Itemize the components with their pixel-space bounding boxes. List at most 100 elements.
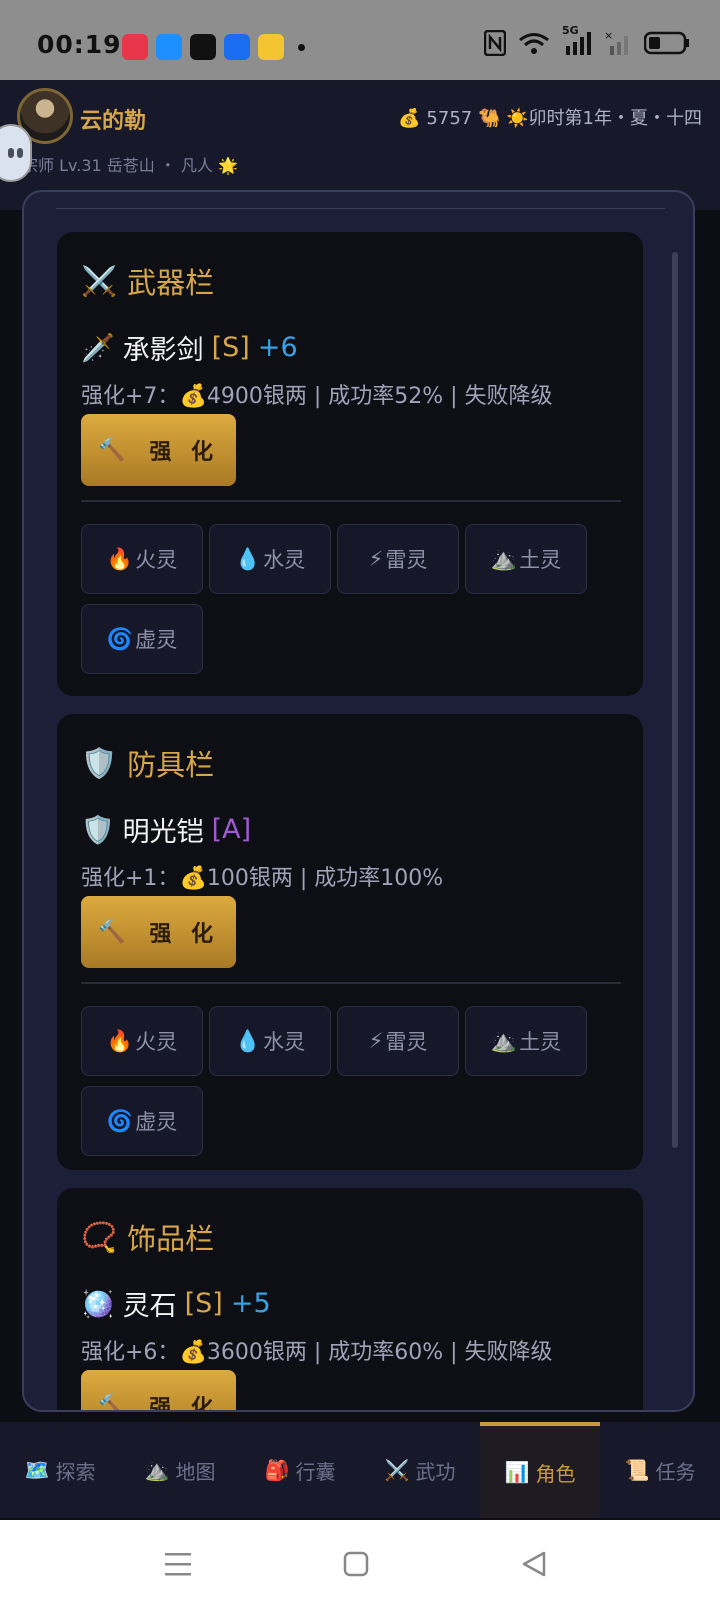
bottom-navigation: 🗺️ 探索 ⛰️ 地图 🎒 行囊 ⚔️ 武功 📊 角色 📜 任务 [0,1422,720,1518]
gem-slot-thunder[interactable]: ⚡ 雷灵 [337,524,459,594]
accessory-slot-card: 📿 饰品栏 🪩 灵石 [S] +5 强化+6：💰3600银两 | 成功率60% | 失败… [57,1188,643,1412]
card-title-text: 武器栏 [127,266,215,300]
gem-slot-thunder[interactable]: ⚡ 雷灵 [337,1006,459,1076]
tab-martial-arts[interactable]: ⚔️ 武功 [360,1422,480,1518]
enhance-cost: 强化+1：💰100银两 | 成功率100% [81,860,443,892]
tab-explore[interactable]: 🗺️ 探索 [0,1422,120,1518]
crossed-swords-icon: ⚔️ [384,1458,410,1482]
item-name: 明光铠 [122,817,204,848]
gem-label: 雷灵 [385,548,428,572]
player-name: 云的勒 [80,109,147,134]
system-status-bar: 00:19 5G × [0,0,720,80]
game-app-icon [122,34,148,60]
enhance-level: 强化+7： [81,384,180,409]
enhance-button[interactable]: 🔨 强 化 [81,896,236,968]
home-icon[interactable] [342,1550,370,1578]
card-divider [81,500,621,502]
fire-icon: 🔥 [106,546,134,571]
floating-assistant-button[interactable] [0,124,32,182]
more-notifications-icon [298,43,305,51]
battery-icon [644,31,689,55]
gem-slot-earth[interactable]: ⛰️ 土灵 [465,524,587,594]
gem-slot-earth[interactable]: ⛰️ 土灵 [465,1006,587,1076]
weapon-slot-card: ⚔️ 武器栏 🗡️ 承影剑 [S] +6 强化+7：💰4900银两 | 成功率52% |… [57,232,643,696]
shield-icon: 🛡️ [81,814,115,846]
wifi-icon [519,33,549,54]
tab-label: 任务 [655,1459,696,1484]
enhance-cost: 强化+7：💰4900银两 | 成功率52% | 失败降级 [81,378,553,410]
item-grade: [S] [184,1288,223,1319]
scroll-icon: 📜 [624,1458,650,1482]
gem-label: 水灵 [263,548,306,572]
gem-slot-void[interactable]: 🌀 虚灵 [81,1086,203,1156]
enhance-detail: 3600银两 | 成功率60% | 失败降级 [206,1340,553,1365]
browser-app-icon [156,34,182,60]
tab-bag[interactable]: 🎒 行囊 [240,1422,360,1518]
equipped-item[interactable]: 🗡️ 承影剑 [S] +6 [81,328,298,367]
gem-label: 火灵 [135,548,178,572]
necklace-icon: 📿 [81,1219,118,1254]
armor-slot-card: 🛡️ 防具栏 🛡️ 明光铠 [A] 强化+1：💰100银两 | 成功率100% 🔨 强 … [57,714,643,1170]
enhance-detail: 100银两 | 成功率100% [206,866,444,891]
tab-map[interactable]: ⛰️ 地图 [120,1422,240,1518]
player-subline: 宗师 Lv.31 岳苍山 ・ 凡人 🌟 [22,152,238,176]
menu-icon[interactable] [163,1550,193,1578]
mountain-icon: ⛰️ [144,1458,170,1482]
cyclone-icon: 🌀 [106,1108,134,1133]
modal-divider [56,208,665,209]
gem-slot-fire[interactable]: 🔥 火灵 [81,1006,203,1076]
tab-label: 角色 [535,1461,576,1486]
enhance-button[interactable]: 🔨 强 化 [81,1370,236,1412]
money-bag-icon: 💰 [398,108,421,129]
player-rank: 宗师 Lv.31 岳苍山 ・ 凡人 [22,156,213,175]
lightning-icon: ⚡ [368,547,384,571]
game-time: 卯时第1年・夏・十四 [528,108,702,129]
tab-label: 地图 [175,1459,216,1484]
nfc-icon [484,30,506,56]
map-icon: 🗺️ [24,1458,50,1482]
card-title: 🛡️ 防具栏 [81,742,214,784]
tab-quests[interactable]: 📜 任务 [600,1422,720,1518]
enhance-level: 强化+6： [81,1340,180,1365]
shield-app-icon [224,34,250,60]
gem-label: 火灵 [135,1030,178,1054]
spirit-stone-icon: 🪩 [81,1288,115,1320]
gem-slot-water[interactable]: 💧 水灵 [209,1006,331,1076]
svg-text:×: × [604,30,613,42]
water-drop-icon: 💧 [234,1028,262,1053]
gem-label: 虚灵 [135,1110,178,1134]
gem-label: 土灵 [519,1030,562,1054]
fire-icon: 🔥 [106,1028,134,1053]
hammer-icon: 🔨 [97,1393,132,1412]
equipped-item[interactable]: 🛡️ 明光铠 [A] [81,810,251,849]
enhance-level: 强化+1： [81,866,180,891]
clock: 00:19 [37,30,122,59]
card-title: 📿 饰品栏 [81,1216,214,1258]
mountain-icon: ⛰️ [490,1028,518,1053]
money-bag-icon: 💰 [179,384,207,409]
android-nav-bar [0,1520,720,1608]
bar-chart-icon: 📊 [504,1460,530,1484]
lightning-icon: ⚡ [368,1029,384,1053]
gem-label: 虚灵 [135,628,178,652]
hammer-icon: 🔨 [97,437,132,463]
gem-label: 雷灵 [385,1030,428,1054]
item-plus: +6 [257,332,298,363]
equipped-item[interactable]: 🪩 灵石 [S] +5 [81,1284,271,1323]
card-divider [81,982,621,984]
gem-label: 水灵 [263,1030,306,1054]
back-icon[interactable] [520,1550,548,1578]
gem-slot-void[interactable]: 🌀 虚灵 [81,604,203,674]
item-grade: [S] [211,332,250,363]
modal-scrollbar[interactable] [672,252,678,1148]
gem-slot-fire[interactable]: 🔥 火灵 [81,524,203,594]
dagger-icon: 🗡️ [81,332,115,364]
enhance-button[interactable]: 🔨 强 化 [81,414,236,486]
yellow-app-icon [258,34,284,60]
hammer-icon: 🔨 [97,919,132,945]
enhance-cost: 强化+6：💰3600银两 | 成功率60% | 失败降级 [81,1334,553,1366]
camel-icon: 🐫 [477,108,501,129]
gem-slot-water[interactable]: 💧 水灵 [209,524,331,594]
tab-label: 武功 [415,1459,456,1484]
tab-character[interactable]: 📊 角色 [480,1422,600,1518]
